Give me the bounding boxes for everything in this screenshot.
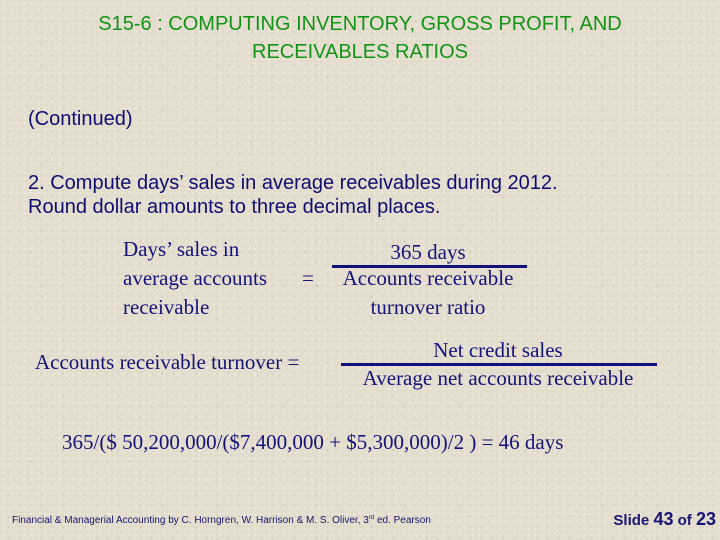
days-sales-lhs-line-2: average accounts [123, 266, 267, 290]
slide-counter-of: of [673, 512, 696, 529]
slide-counter-total: 23 [695, 509, 716, 529]
slide: S15-6 : COMPUTING INVENTORY, GROSS PROFI… [0, 0, 720, 540]
days-sales-numerator: 365 days [390, 240, 466, 264]
days-sales-denominator-line-1: Accounts receivable [342, 266, 514, 290]
slide-title: S15-6 : COMPUTING INVENTORY, GROSS PROFI… [0, 10, 720, 66]
question-line-1: 2. Compute days’ sales in average receiv… [28, 172, 558, 194]
days-sales-lhs-line-3: receivable [123, 295, 210, 319]
days-sales-formula-lhs: Days’ sales in average accounts receivab… [123, 235, 267, 322]
turnover-denominator: Average net accounts receivable [362, 366, 634, 390]
days-sales-denominator-line-2: turnover ratio [370, 295, 486, 319]
slide-title-line-1: S15-6 : COMPUTING INVENTORY, GROSS PROFI… [98, 13, 622, 35]
days-sales-lhs-line-1: Days’ sales in [123, 237, 240, 261]
calculation-result: 365/($ 50,200,000/($7,400,000 + $5,300,0… [62, 430, 564, 454]
footer-credit: Financial & Managerial Accounting by C. … [12, 515, 431, 526]
slide-counter-label: Slide [613, 512, 654, 529]
slide-title-line-2: RECEIVABLES RATIOS [252, 41, 468, 63]
footer-credit-publisher: ed. Pearson [374, 515, 431, 526]
turnover-formula-lhs: Accounts receivable turnover = [35, 350, 300, 374]
days-sales-equals-sign: = [302, 266, 314, 290]
question-text: 2. Compute days’ sales in average receiv… [28, 171, 558, 219]
days-sales-denominator: Accounts receivable turnover ratio [330, 264, 526, 322]
continued-label: (Continued) [28, 108, 133, 130]
question-line-2: Round dollar amounts to three decimal pl… [28, 196, 441, 218]
slide-counter-number: 43 [653, 509, 674, 529]
slide-counter: Slide 43 of 23 [613, 509, 716, 530]
turnover-numerator: Net credit sales [433, 338, 563, 362]
footer-credit-text: Financial & Managerial Accounting by C. … [12, 515, 369, 526]
